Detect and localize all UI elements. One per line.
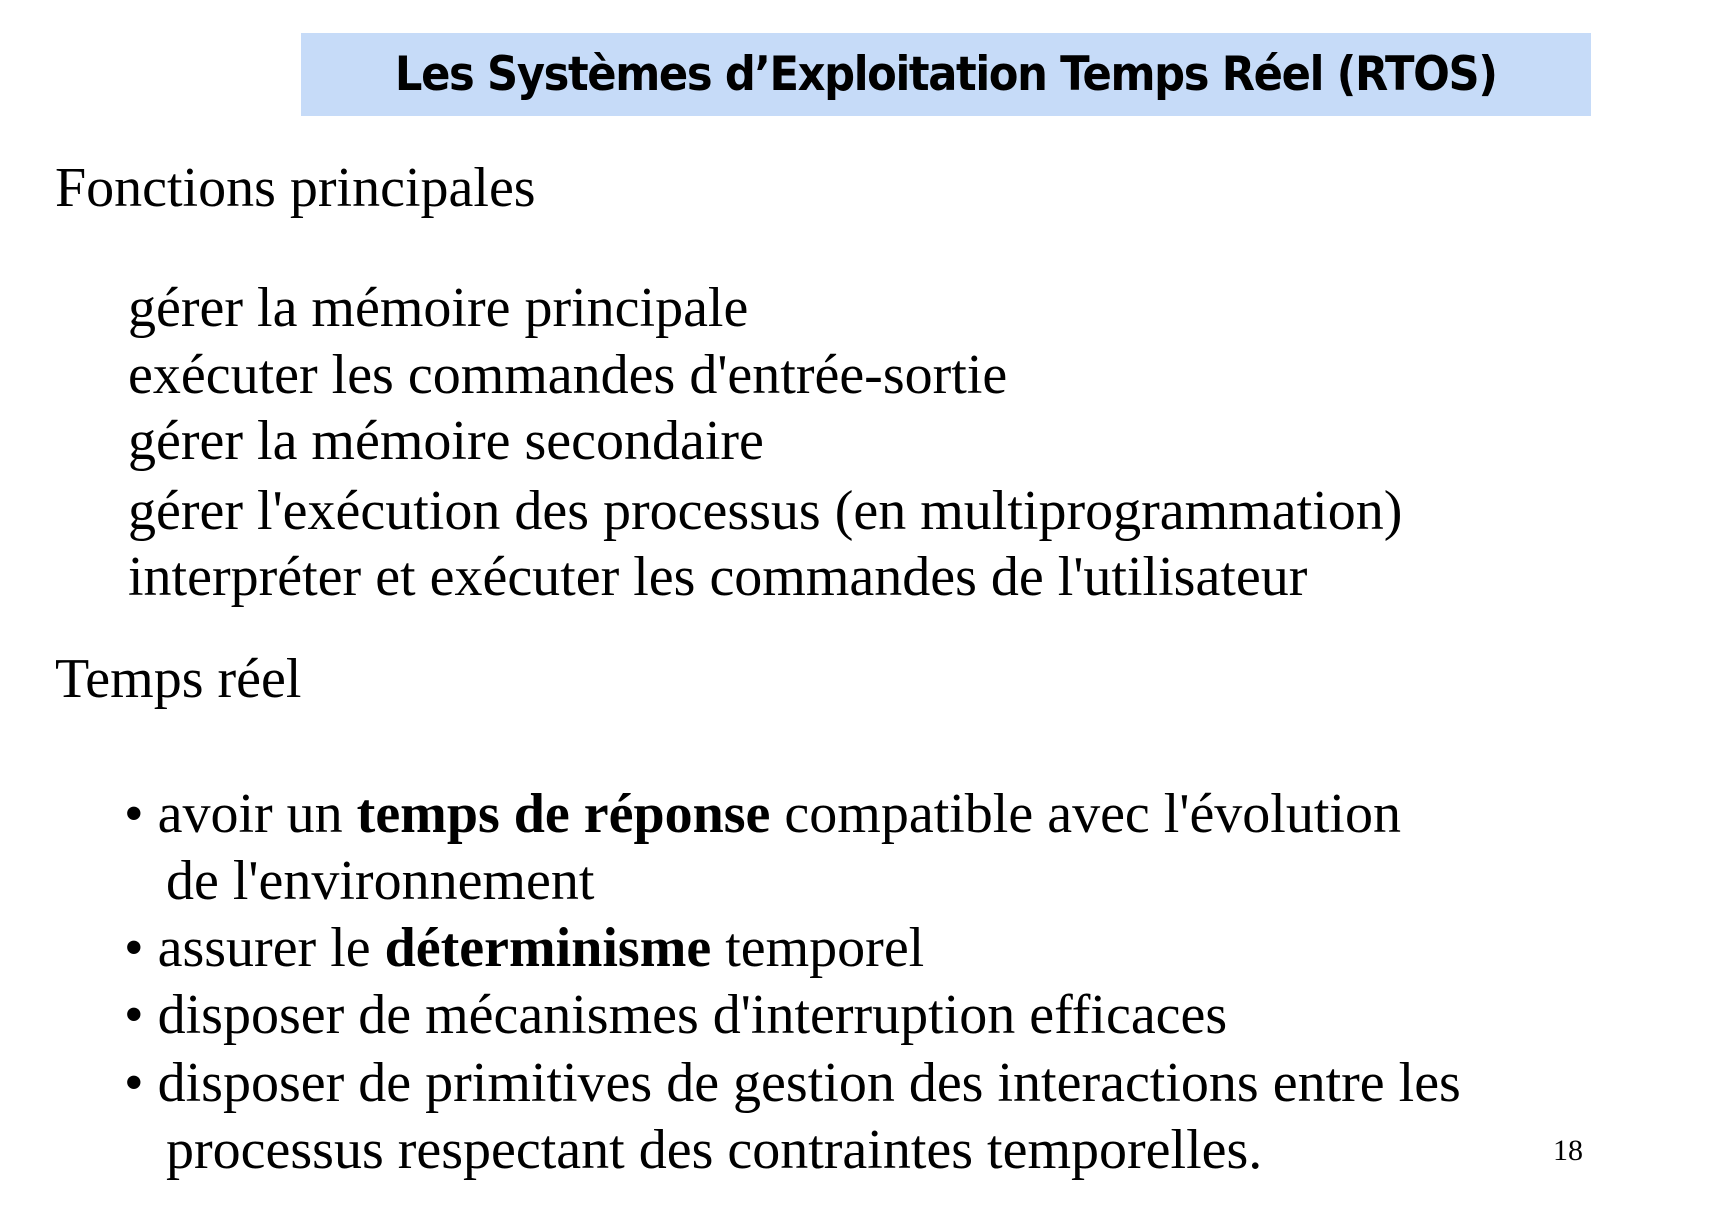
title-banner: Les Systèmes d’Exploitation Temps Réel (… bbox=[301, 33, 1591, 116]
bullet-symbol: • bbox=[124, 984, 144, 1046]
bullet-text: disposer de mécanismes d'interruption ef… bbox=[157, 984, 1228, 1046]
realtime-bullet: • assurer le déterminisme temporel bbox=[124, 920, 924, 976]
bullet-bold-text: déterminisme bbox=[384, 917, 712, 979]
function-item: gérer l'exécution des processus (en mult… bbox=[128, 480, 1403, 542]
bullet-text: avoir un bbox=[157, 783, 357, 845]
bullet-bold-text: temps de réponse bbox=[356, 783, 771, 845]
bullet-continuation: processus respectant des contraintes tem… bbox=[166, 1119, 1263, 1181]
section-heading-realtime: Temps réel bbox=[55, 648, 302, 710]
bullet-continuation: de l'environnement bbox=[166, 850, 595, 912]
bullet-symbol: • bbox=[124, 783, 144, 845]
slide: Les Systèmes d’Exploitation Temps Réel (… bbox=[0, 0, 1719, 1225]
bullet-text: disposer de primitives de gestion des in… bbox=[157, 1052, 1461, 1114]
slide-title: Les Systèmes d’Exploitation Temps Réel (… bbox=[395, 47, 1498, 102]
function-item: gérer la mémoire principale bbox=[128, 277, 749, 339]
function-item: exécuter les commandes d'entrée-sortie bbox=[128, 344, 1008, 406]
function-item: gérer la mémoire secondaire bbox=[128, 410, 764, 472]
bullet-text: compatible avec l'évolution bbox=[770, 783, 1401, 845]
realtime-bullet: • disposer de primitives de gestion des … bbox=[124, 1055, 1461, 1111]
bullet-symbol: • bbox=[124, 917, 144, 979]
realtime-bullet: • disposer de mécanismes d'interruption … bbox=[124, 987, 1227, 1043]
bullet-text: assurer le bbox=[157, 917, 385, 979]
realtime-bullet: • avoir un temps de réponse compatible a… bbox=[124, 786, 1401, 842]
bullet-text: temporel bbox=[711, 917, 925, 979]
function-item: interpréter et exécuter les commandes de… bbox=[128, 546, 1308, 608]
page-number: 18 bbox=[1553, 1134, 1583, 1167]
bullet-symbol: • bbox=[124, 1052, 144, 1114]
section-heading-functions: Fonctions principales bbox=[55, 157, 536, 219]
